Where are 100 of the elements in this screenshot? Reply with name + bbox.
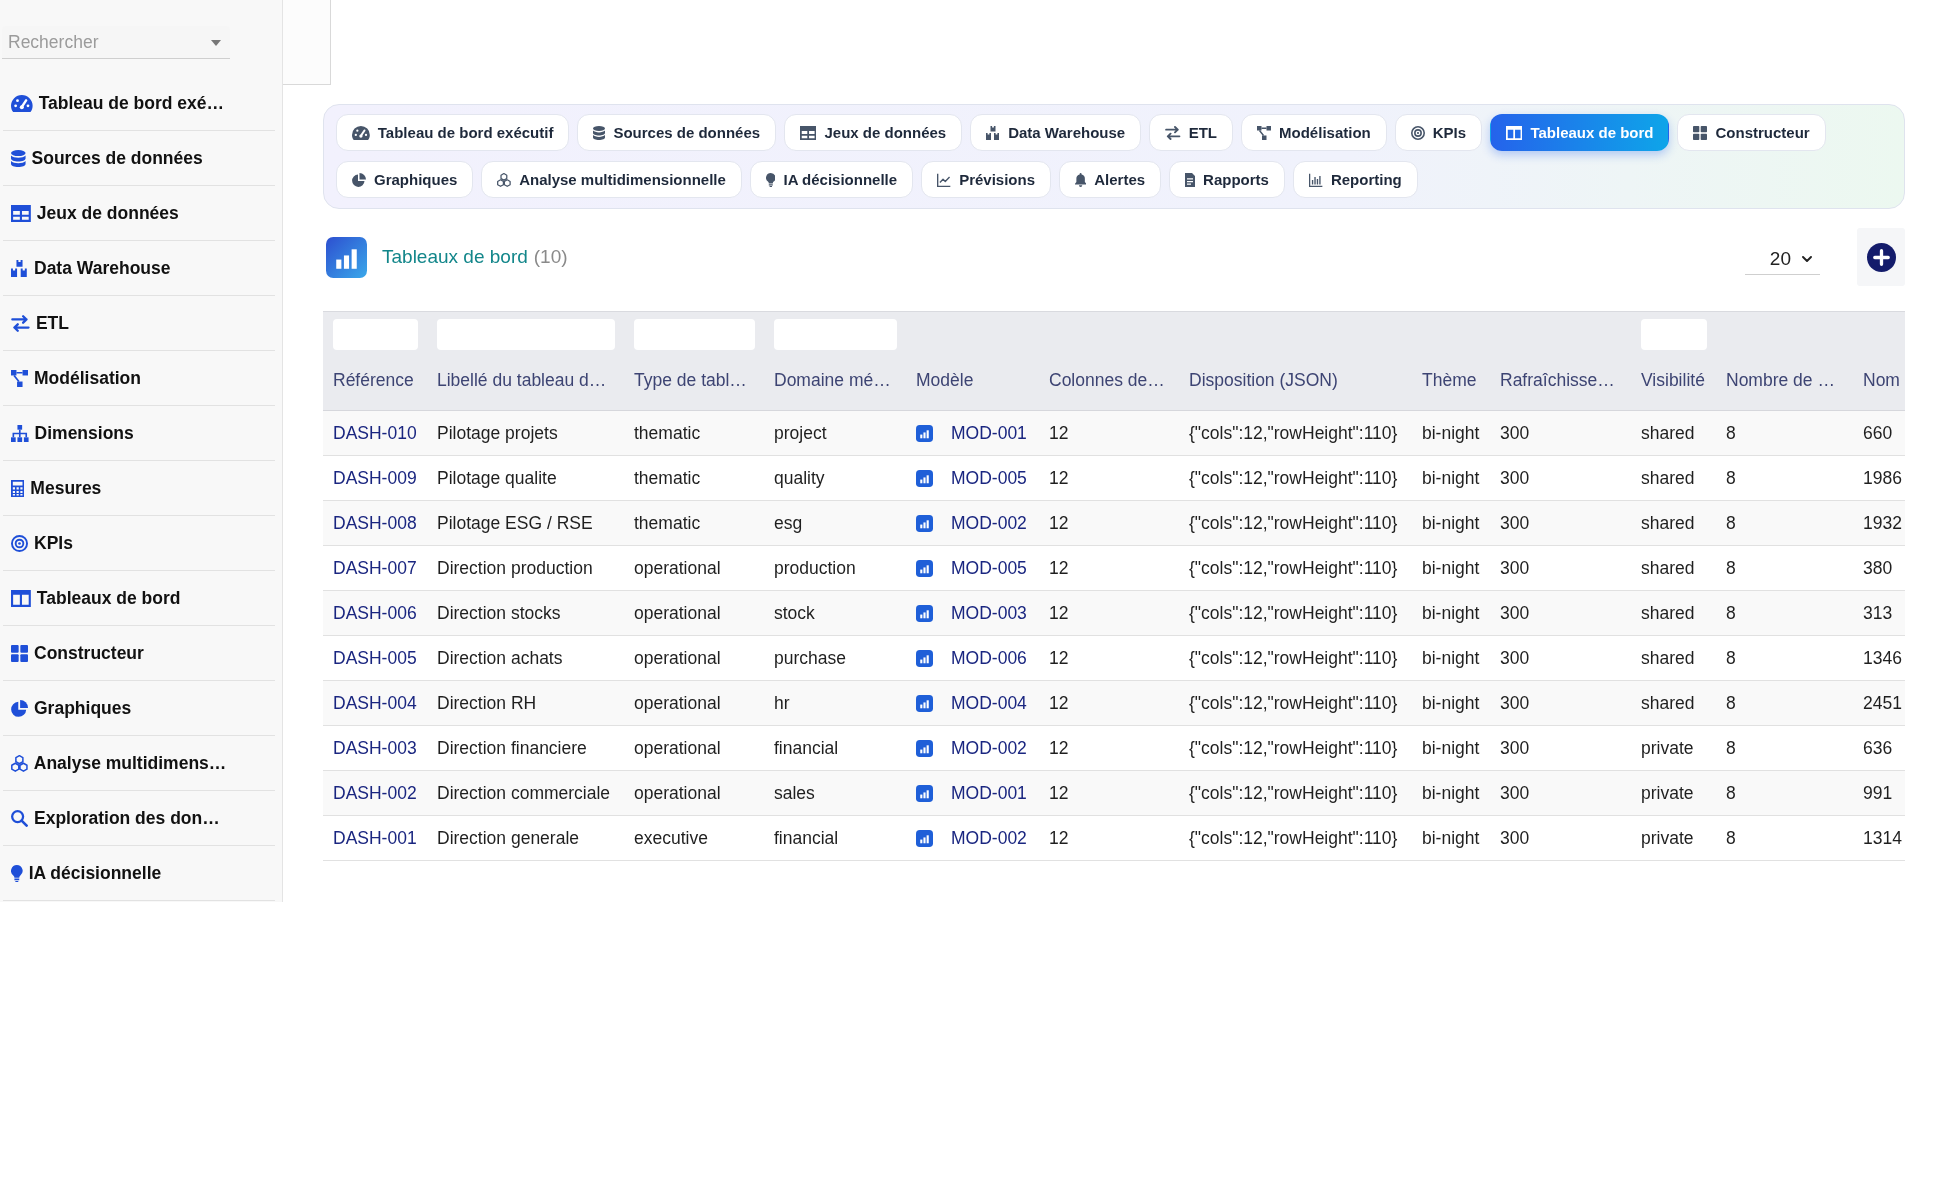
boxes-icon (11, 259, 28, 277)
sidebar-item[interactable]: Mesures (3, 461, 275, 516)
table-cell: bi-night (1422, 512, 1480, 534)
tab[interactable]: Prévisions (921, 161, 1051, 198)
caret-down-icon (211, 40, 221, 46)
reference-link[interactable]: DASH-003 (333, 737, 417, 759)
diagram-icon (1257, 125, 1272, 140)
column-header: Visibilité (1641, 369, 1705, 391)
sidebar-item[interactable]: Analyse multidimens… (3, 736, 275, 791)
table-cell: 300 (1500, 827, 1530, 849)
table-cell: operational (634, 557, 721, 579)
table-cell: executive (634, 827, 708, 849)
sidebar-item[interactable]: Modélisation (3, 351, 275, 406)
sidebar-item[interactable]: IA décisionnelle (3, 846, 275, 901)
reference-link[interactable]: DASH-010 (333, 422, 417, 444)
reference-link[interactable]: DASH-007 (333, 557, 417, 579)
lightbulb-icon (11, 864, 23, 882)
table-cell: 636 (1863, 737, 1893, 759)
model-link[interactable]: MOD-005 (951, 467, 1027, 489)
table-cell: operational (634, 647, 721, 669)
table-cell: 300 (1500, 512, 1530, 534)
model-link[interactable]: MOD-006 (951, 647, 1027, 669)
sidebar-item[interactable]: Data Warehouse (3, 241, 275, 296)
table-cell: bi-night (1422, 467, 1480, 489)
model-link[interactable]: MOD-002 (951, 827, 1027, 849)
tab[interactable]: Alertes (1059, 161, 1162, 198)
sidebar-item[interactable]: KPIs (3, 516, 275, 571)
sidebar-item[interactable]: Graphiques (3, 681, 275, 736)
sidebar-item[interactable]: Constructeur (3, 626, 275, 681)
table-cell: Direction production (437, 557, 593, 579)
table-cell: {"cols":12,"rowHeight":110} (1189, 557, 1398, 579)
tab[interactable]: Analyse multidimensionnelle (481, 161, 742, 198)
reference-link[interactable]: DASH-005 (333, 647, 417, 669)
model-link[interactable]: MOD-002 (951, 737, 1027, 759)
table-cell: 300 (1500, 557, 1530, 579)
add-button[interactable] (1857, 228, 1905, 286)
model-link[interactable]: MOD-004 (951, 692, 1027, 714)
page-size-select[interactable]: 20 (1745, 244, 1820, 275)
tab[interactable]: Sources de données (577, 114, 777, 151)
tab[interactable]: IA décisionnelle (749, 161, 914, 198)
table-cell: {"cols":12,"rowHeight":110} (1189, 647, 1398, 669)
reference-link[interactable]: DASH-001 (333, 827, 417, 849)
bell-icon (1075, 172, 1087, 187)
tab[interactable]: Reporting (1292, 161, 1418, 198)
model-link[interactable]: MOD-003 (951, 602, 1027, 624)
table-cell: 380 (1863, 557, 1893, 579)
reference-link[interactable]: DASH-006 (333, 602, 417, 624)
bar-chart-tile-icon (916, 424, 933, 442)
sidebar-item[interactable]: Tableau de bord exé… (3, 76, 275, 131)
column-header: Thème (1422, 369, 1477, 391)
table-cell: bi-night (1422, 647, 1480, 669)
sidebar-item[interactable]: ETL (3, 296, 275, 351)
model-link[interactable]: MOD-001 (951, 422, 1027, 444)
reference-link[interactable]: DASH-004 (333, 692, 417, 714)
table-cell: 300 (1500, 737, 1530, 759)
model-link[interactable]: MOD-005 (951, 557, 1027, 579)
tab[interactable]: ETL (1149, 114, 1234, 151)
table-cell: bi-night (1422, 827, 1480, 849)
bar-chart-tile-icon (916, 514, 933, 532)
lightbulb-icon (765, 172, 776, 187)
bar-chart-tile-icon (916, 829, 933, 847)
bar-chart-tile-icon (916, 739, 933, 757)
table-cell: 8 (1726, 422, 1736, 444)
table-cell: Pilotage projets (437, 422, 558, 444)
sidebar-item[interactable]: Jeux de données (3, 186, 275, 241)
table-cell: Direction commerciale (437, 782, 611, 804)
sidebar-item[interactable]: Sources de données (3, 131, 275, 186)
boxes-icon (986, 125, 1001, 140)
table-cell: financial (774, 827, 839, 849)
model-link[interactable]: MOD-002 (951, 512, 1027, 534)
tab[interactable]: Jeux de données (784, 114, 963, 151)
table-cell: 8 (1726, 782, 1736, 804)
model-link[interactable]: MOD-001 (951, 782, 1027, 804)
table-cell: {"cols":12,"rowHeight":110} (1189, 602, 1398, 624)
tab[interactable]: Data Warehouse (970, 114, 1142, 151)
sidebar-item[interactable]: Dimensions (3, 406, 275, 461)
bar-chart-icon (1308, 172, 1323, 187)
pie-chart-icon (352, 172, 366, 187)
table-cell: 660 (1863, 422, 1893, 444)
table-cell: Pilotage ESG / RSE (437, 512, 593, 534)
tab[interactable]: Constructeur (1677, 114, 1826, 151)
plus-circle-icon (1866, 242, 1896, 272)
table-cell: shared (1641, 692, 1695, 714)
cubes-icon (497, 172, 512, 187)
tab[interactable]: KPIs (1394, 114, 1483, 151)
tab[interactable]: Tableau de bord exécutif (336, 114, 570, 151)
reference-link[interactable]: DASH-009 (333, 467, 417, 489)
sidebar-item[interactable]: Tableaux de bord (3, 571, 275, 626)
table-cell: 300 (1500, 647, 1530, 669)
tab[interactable]: Graphiques (336, 161, 474, 198)
tab[interactable]: Rapports (1169, 161, 1285, 198)
tab[interactable]: Modélisation (1241, 114, 1387, 151)
search-icon (11, 809, 28, 827)
diagram-icon (11, 369, 28, 387)
reference-link[interactable]: DASH-008 (333, 512, 417, 534)
sidebar-item[interactable]: Exploration des don… (3, 791, 275, 846)
table-cell: purchase (774, 647, 846, 669)
reference-link[interactable]: DASH-002 (333, 782, 417, 804)
table-icon (800, 125, 817, 140)
column-header: Colonnes de… (1049, 369, 1165, 391)
